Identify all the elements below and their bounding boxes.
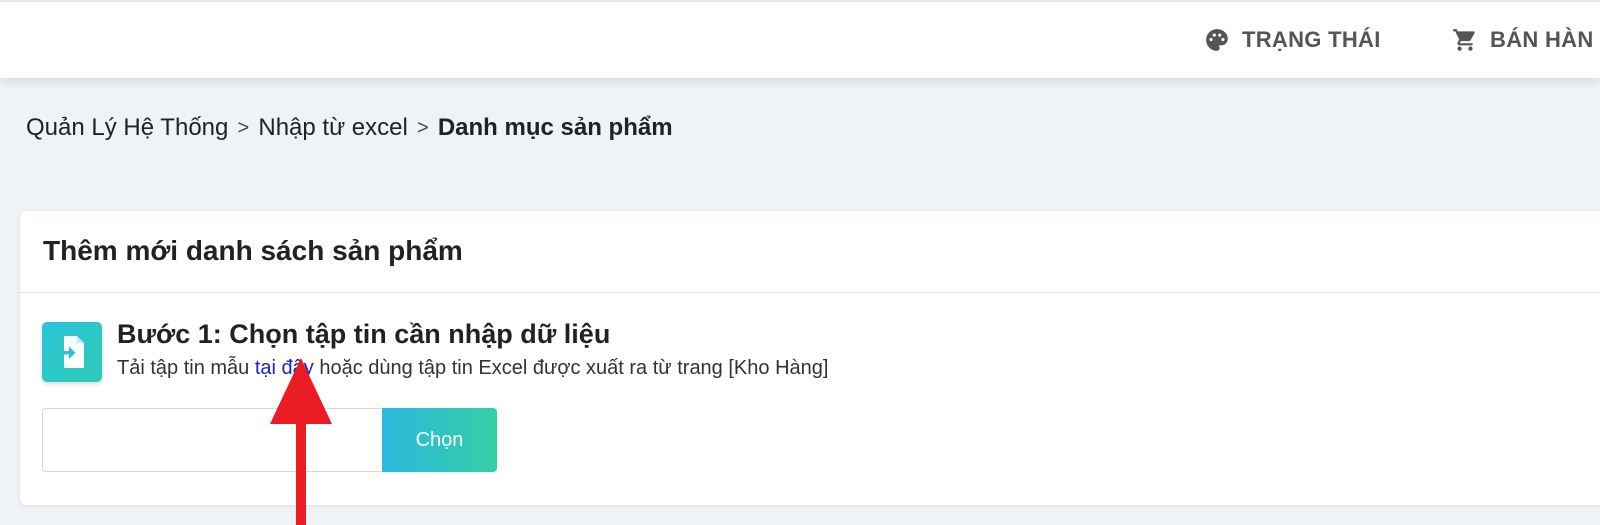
- nav-item-status[interactable]: TRẠNG THÁI: [1204, 24, 1381, 56]
- breadcrumb-item-system[interactable]: Quản Lý Hệ Thống: [26, 114, 228, 142]
- step-title: Bước 1: Chọn tập tin cần nhập dữ liệu: [117, 319, 611, 349]
- chevron-right-icon: >: [237, 116, 250, 139]
- card-title: Thêm mới danh sách sản phẩm: [43, 235, 463, 266]
- step-desc-suffix: hoặc dùng tập tin Excel được xuất ra từ …: [319, 357, 829, 379]
- breadcrumb-current: Danh mục sản phẩm: [437, 114, 673, 141]
- choose-file-button[interactable]: Chọn: [382, 408, 497, 472]
- nav-item-label: BÁN HÀN: [1490, 27, 1594, 52]
- cart-icon: [1453, 29, 1475, 51]
- template-download-link[interactable]: tại đây: [255, 357, 314, 379]
- nav-item-sales[interactable]: BÁN HÀN: [1452, 24, 1594, 56]
- nav-item-label: TRẠNG THÁI: [1242, 27, 1381, 52]
- top-navbar: TRẠNG THÁI BÁN HÀN: [0, 0, 1600, 78]
- breadcrumb-item-excel-import[interactable]: Nhập từ excel: [258, 114, 407, 142]
- step-desc-prefix: Tải tập tin mẫu: [117, 357, 250, 379]
- import-card: Thêm mới danh sách sản phẩm Bước 1: Chọn…: [20, 211, 1600, 505]
- breadcrumb: Quản Lý Hệ Thống > Nhập từ excel > Danh …: [26, 114, 673, 142]
- palette-icon: [1206, 29, 1228, 51]
- file-path-input[interactable]: [42, 408, 384, 472]
- step-description: Tải tập tin mẫu tại đây hoặc dùng tập ti…: [117, 357, 828, 380]
- chevron-right-icon: >: [417, 116, 429, 139]
- card-divider: [20, 292, 1600, 293]
- file-import-icon: [42, 322, 102, 382]
